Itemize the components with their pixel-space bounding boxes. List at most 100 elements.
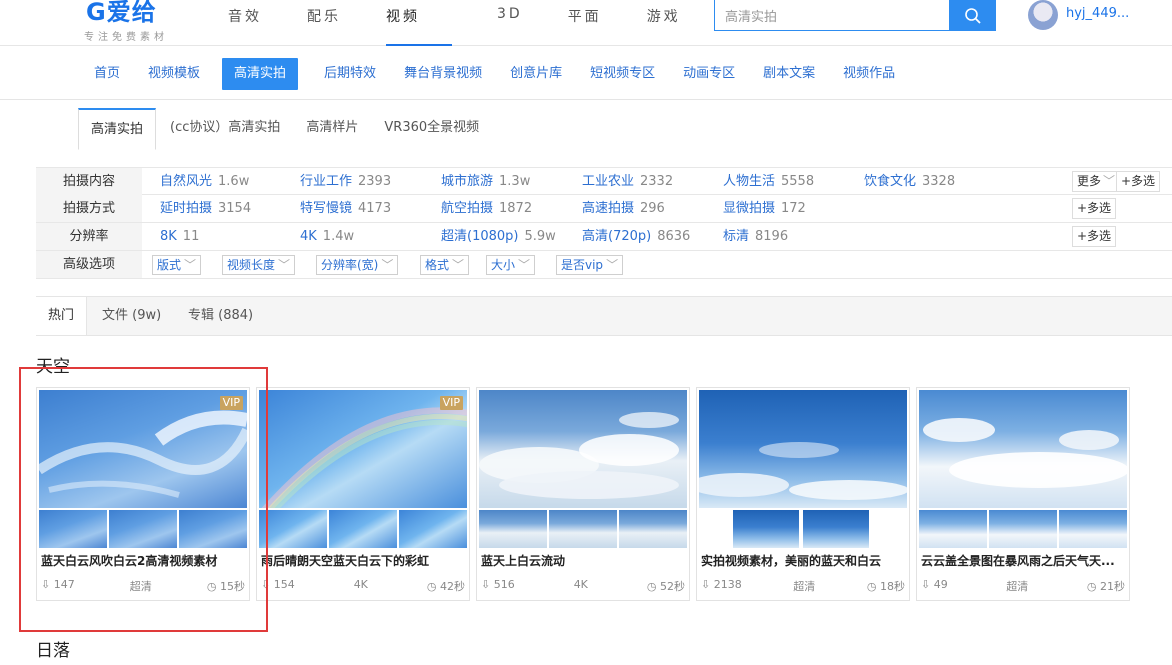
option-count: 172: [781, 201, 806, 216]
avatar[interactable]: [1028, 0, 1058, 30]
search-input[interactable]: 高清实拍: [714, 0, 950, 31]
card-meta: ⇩ 2138 超清 ◷ 18秒: [701, 578, 905, 594]
filter-row-method: 拍摄方式 延时拍摄 3154 特写慢镜 4173 航空拍摄 1872 高速拍摄 296 …: [36, 195, 1172, 223]
filter-option[interactable]: 4K 1.4w: [300, 223, 354, 250]
highlight-box: [19, 367, 268, 632]
chevron-down-icon: ﹀: [278, 258, 291, 272]
option-count: 4173: [358, 201, 392, 216]
dropdown-label: 大小: [491, 258, 516, 272]
video-thumbnail[interactable]: VIP: [259, 390, 467, 508]
card-title[interactable]: 云云盖全景图在暴风雨之后天气天...: [921, 552, 1127, 569]
video-card[interactable]: 蓝天上白云流动 ⇩ 516 4K ◷ 52秒: [476, 387, 690, 601]
filter-option[interactable]: 航空拍摄 1872: [441, 195, 532, 222]
option-count: 8196: [755, 229, 789, 244]
duration: ◷ 21秒: [1087, 578, 1125, 594]
option-name: 超清(1080p): [441, 229, 519, 244]
dropdown-resolution-width[interactable]: 分辨率(宽) ﹀: [316, 255, 399, 275]
subnav-home[interactable]: 首页: [92, 56, 122, 92]
clock-icon: ◷: [1086, 580, 1097, 593]
card-meta: ⇩ 154 4K ◷ 42秒: [261, 578, 465, 594]
filter-option[interactable]: 行业工作 2393: [300, 168, 391, 195]
more-label: 更多: [1077, 174, 1102, 188]
filter-option[interactable]: 自然风光 1.6w: [160, 168, 249, 195]
option-count: 1.4w: [322, 229, 355, 244]
more-button[interactable]: 更多 ﹀: [1072, 171, 1121, 192]
subnav-creative[interactable]: 创意片库: [508, 56, 564, 92]
option-name: 行业工作: [300, 174, 353, 189]
card-title[interactable]: 实拍视频素材，美丽的蓝天和白云: [701, 552, 907, 569]
filter-label: 高级选项: [36, 251, 142, 278]
site-logo[interactable]: G爱给: [86, 0, 157, 27]
option-name: 延时拍摄: [160, 201, 213, 216]
nav-game[interactable]: 游戏: [647, 0, 681, 46]
filter-option[interactable]: 高速拍摄 296: [582, 195, 665, 222]
dropdown-size[interactable]: 大小 ﹀: [486, 255, 536, 275]
card-title[interactable]: 蓝天上白云流动: [481, 552, 687, 569]
divider: [0, 99, 1172, 100]
option-name: 8K: [160, 229, 177, 244]
clouds: [479, 412, 679, 499]
video-thumbnail[interactable]: [919, 390, 1127, 508]
duration: ◷ 18秒: [867, 578, 905, 594]
dropdown-duration[interactable]: 视频长度 ﹀: [222, 255, 296, 275]
tab-files[interactable]: 文件 (9w): [102, 297, 161, 335]
nav-sound[interactable]: 音效: [228, 0, 262, 46]
dropdown-layout[interactable]: 版式 ﹀: [152, 255, 202, 275]
clock-icon: ◷: [866, 580, 877, 593]
nav-video[interactable]: 视频: [386, 0, 452, 46]
card-title[interactable]: 雨后晴朗天空蓝天白云下的彩虹: [261, 552, 467, 569]
subnav-hd-footage[interactable]: 高清实拍: [222, 58, 299, 90]
tab-albums[interactable]: 专辑 (884): [188, 297, 253, 335]
download-count-value: 154: [273, 578, 295, 591]
dropdown-format[interactable]: 格式 ﹀: [420, 255, 470, 275]
filter-option[interactable]: 饮食文化 3328: [864, 168, 955, 195]
tab-hd-footage[interactable]: 高清实拍: [78, 108, 157, 150]
video-thumbnail[interactable]: [479, 390, 687, 508]
subnav-scripts[interactable]: 剧本文案: [761, 56, 817, 92]
duration: ◷ 52秒: [647, 578, 685, 594]
filter-option[interactable]: 标清 8196: [723, 223, 788, 250]
subnav-works[interactable]: 视频作品: [841, 56, 897, 92]
filter-option[interactable]: 特写慢镜 4173: [300, 195, 391, 222]
subnav-short-video[interactable]: 短视频专区: [588, 56, 657, 92]
username[interactable]: hyj_449...: [1066, 6, 1129, 21]
subnav-templates[interactable]: 视频模板: [146, 56, 202, 92]
dropdown-label: 视频长度: [227, 258, 276, 272]
video-card[interactable]: 实拍视频素材，美丽的蓝天和白云 ⇩ 2138 超清 ◷ 18秒: [696, 387, 910, 601]
site-slogan: 专注免费素材: [84, 32, 168, 43]
filter-option[interactable]: 高清(720p) 8636: [582, 223, 690, 250]
multi-select-button[interactable]: +多选: [1072, 226, 1117, 247]
option-name: 饮食文化: [864, 174, 917, 189]
dropdown-vip[interactable]: 是否vip ﹀: [556, 255, 624, 275]
filter-option[interactable]: 8K 11: [160, 223, 199, 250]
filter-option[interactable]: 城市旅游 1.3w: [441, 168, 530, 195]
nav-3d[interactable]: 3D: [497, 0, 523, 46]
filter-option[interactable]: 显微拍摄 172: [723, 195, 806, 222]
multi-select-button[interactable]: +多选: [1116, 171, 1161, 192]
subnav-stage-bg[interactable]: 舞台背景视频: [402, 56, 484, 92]
option-count: 2332: [640, 174, 674, 189]
tab-cc-footage[interactable]: (cc协议）高清实拍: [158, 108, 292, 150]
card-meta: ⇩ 49 超清 ◷ 21秒: [921, 578, 1125, 594]
tab-hd-samples[interactable]: 高清样片: [294, 108, 370, 150]
subnav-animation[interactable]: 动画专区: [681, 56, 737, 92]
filter-option[interactable]: 工业农业 2332: [582, 168, 673, 195]
search-button[interactable]: [950, 0, 996, 31]
subnav-effects[interactable]: 后期特效: [322, 56, 378, 92]
dropdown-label: 格式: [425, 258, 450, 272]
video-thumbnail[interactable]: [699, 390, 907, 508]
nav-graphic[interactable]: 平面: [568, 0, 602, 46]
video-card[interactable]: VIP 雨后晴朗天空蓝天白云下的彩虹 ⇩ 154 4K ◷ 42秒: [256, 387, 470, 601]
video-card[interactable]: 云云盖全景图在暴风雨之后天气天... ⇩ 49 超清 ◷ 21秒: [916, 387, 1130, 601]
download-count: ⇩ 516: [481, 578, 515, 594]
tab-hot[interactable]: 热门: [36, 297, 88, 335]
filter-option[interactable]: 延时拍摄 3154: [160, 195, 251, 222]
preview-frame: [1059, 510, 1127, 548]
filter-option[interactable]: 人物生活 5558: [723, 168, 814, 195]
option-name: 航空拍摄: [441, 201, 494, 216]
filter-option[interactable]: 超清(1080p) 5.9w: [441, 223, 556, 250]
tab-vr360[interactable]: VR360全景视频: [372, 108, 491, 150]
nav-music[interactable]: 配乐: [307, 0, 341, 46]
download-icon: ⇩: [481, 578, 491, 591]
multi-select-button[interactable]: +多选: [1072, 198, 1117, 219]
